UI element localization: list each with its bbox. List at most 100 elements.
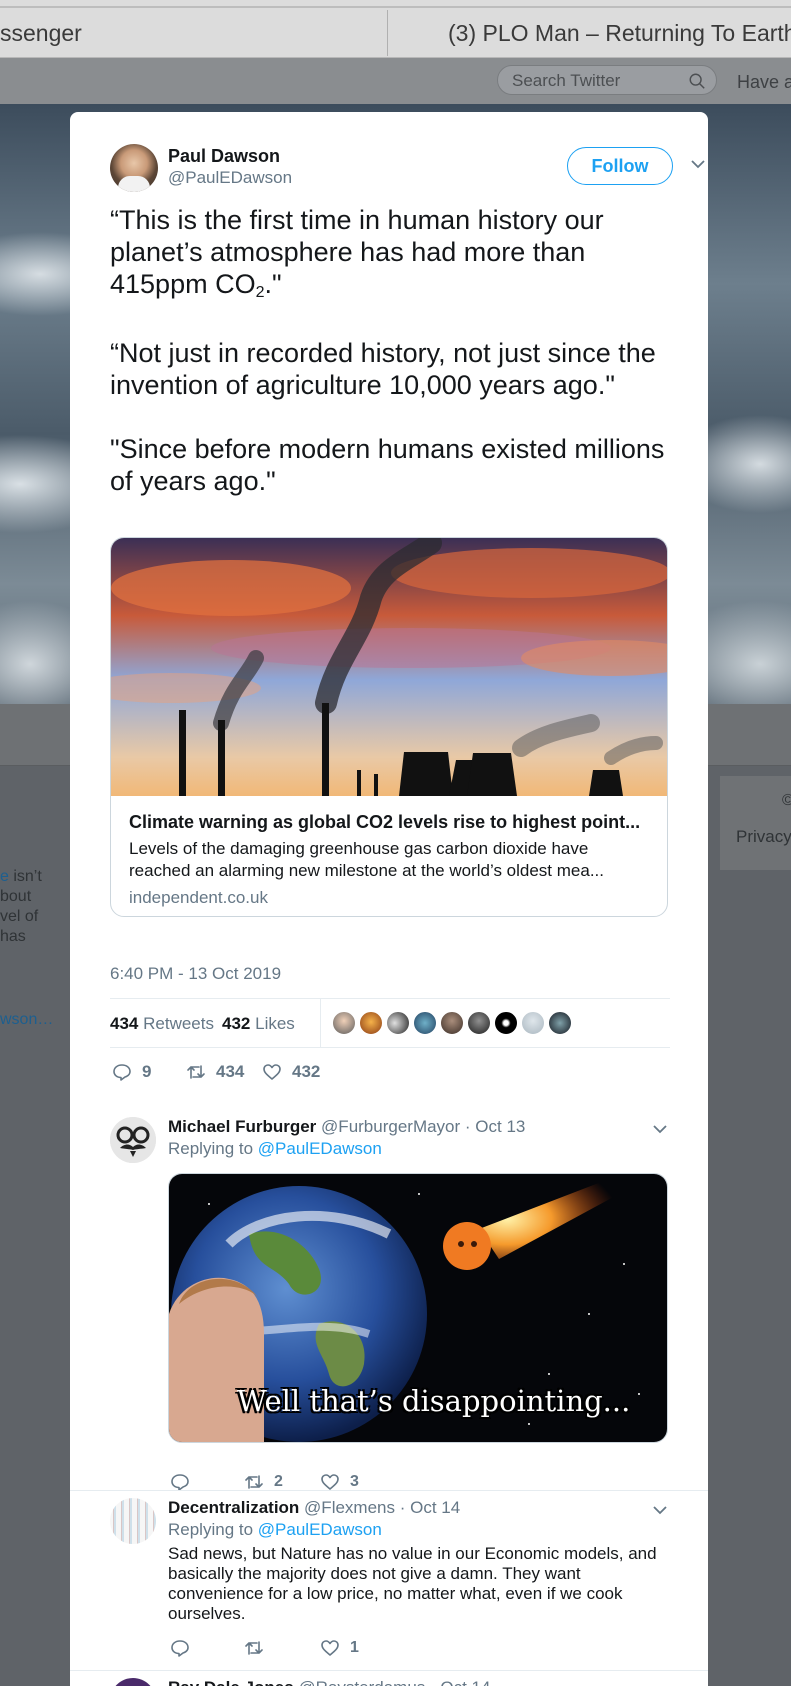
retweet-icon: [245, 1475, 263, 1489]
reply-button[interactable]: [170, 1636, 200, 1660]
reply-tweet[interactable]: Michael Furburger @FurburgerMayor · Oct …: [70, 1117, 708, 1491]
search-input[interactable]: Search Twitter: [497, 65, 717, 95]
link-preview-card[interactable]: Climate warning as global CO2 levels ris…: [110, 537, 668, 917]
like-count: 1: [350, 1639, 359, 1656]
retweet-button[interactable]: [244, 1636, 274, 1660]
chevron-down-icon[interactable]: [652, 1121, 668, 1137]
liker-avatar[interactable]: [467, 1011, 491, 1035]
bio-line: bout: [0, 888, 32, 905]
stats-divider: [320, 999, 321, 1047]
mustache-glasses-avatar: [110, 1117, 156, 1163]
heart-icon: [321, 1474, 339, 1490]
chevron-down-icon[interactable]: [652, 1502, 668, 1518]
retweet-icon: [245, 1641, 263, 1655]
likes-count: 432: [222, 1014, 251, 1033]
replying-to-link[interactable]: @PaulEDawson: [258, 1520, 382, 1539]
reply-tweet[interactable]: Ray Dale Jones @Raysterdamus · Oct 14: [70, 1678, 708, 1686]
search-icon: [689, 73, 705, 89]
bio-link-fragment: e: [0, 868, 9, 885]
replying-to-line: Replying to @PaulEDawson: [168, 1139, 382, 1159]
reply-icon: [171, 1640, 189, 1657]
likes-label: Likes: [255, 1014, 295, 1033]
author-handle[interactable]: @PaulEDawson: [168, 168, 292, 188]
tweet-paragraph: “Not just in recorded history, not just …: [110, 337, 670, 401]
tweet-paragraph: “This is the first time in human history…: [110, 204, 670, 305]
author-avatar[interactable]: [110, 144, 158, 192]
heart-icon: [263, 1064, 281, 1080]
reply-author-name[interactable]: Ray Dale Jones: [168, 1678, 294, 1686]
reply-tweet[interactable]: Decentralization @Flexmens · Oct 14 Repl…: [70, 1498, 708, 1658]
like-button[interactable]: 432: [262, 1060, 320, 1084]
reply-separator: [70, 1490, 708, 1491]
reply-author-name[interactable]: Michael Furburger: [168, 1117, 316, 1136]
reply-handle-date[interactable]: @Raysterdamus · Oct 14: [298, 1678, 490, 1686]
reply-separator: [70, 1670, 708, 1671]
tweet-text: “This is the first time in human history…: [110, 204, 670, 529]
like-count: 3: [350, 1473, 359, 1490]
like-count: 432: [292, 1062, 321, 1081]
reply-button[interactable]: 9: [112, 1060, 151, 1084]
bio-line: vel of: [0, 908, 39, 925]
browser-tab-plo-man[interactable]: (3) PLO Man – Returning To Earth,: [387, 10, 791, 56]
author-name[interactable]: Paul Dawson: [168, 146, 280, 167]
tweet-stats: 434 Retweets 432 Likes: [110, 998, 670, 1048]
reply-avatar[interactable]: [110, 1498, 156, 1544]
avatar-shirt: [118, 176, 150, 192]
background-profile-link: wson…: [0, 1011, 54, 1028]
reply-author-line: Decentralization @Flexmens · Oct 14: [168, 1498, 460, 1518]
likes-stat[interactable]: 432 Likes: [222, 1014, 295, 1034]
bio-line: has: [0, 928, 26, 945]
reply-avatar[interactable]: [110, 1117, 156, 1163]
liker-avatar[interactable]: [521, 1011, 545, 1035]
browser-tab-messenger[interactable]: ssenger: [0, 10, 386, 56]
reply-author-line: Michael Furburger @FurburgerMayor · Oct …: [168, 1117, 525, 1137]
reply-icon: [113, 1064, 131, 1081]
liker-avatar[interactable]: [386, 1011, 410, 1035]
retweets-label: Retweets: [143, 1014, 214, 1033]
tweet-paragraph-text: “This is the first time in human history…: [110, 205, 604, 299]
retweet-count: 2: [274, 1473, 283, 1490]
retweets-stat[interactable]: 434 Retweets: [110, 1014, 214, 1034]
tweet-paragraph-text: “Not just in recorded history, not just …: [110, 338, 656, 400]
retweet-count: 434: [216, 1062, 245, 1081]
liker-avatar[interactable]: [332, 1011, 356, 1035]
tab-bar-top-line: [0, 6, 791, 8]
card-description: Levels of the damaging greenhouse gas ca…: [129, 839, 604, 880]
replying-to-label: Replying to: [168, 1139, 254, 1158]
reply-handle-date[interactable]: @FurburgerMayor · Oct 13: [321, 1117, 525, 1136]
background-bio-text: e isn’t bout vel of has: [0, 867, 60, 947]
follow-button[interactable]: Follow: [567, 147, 673, 185]
search-placeholder: Search Twitter: [512, 71, 621, 90]
liker-avatar[interactable]: [548, 1011, 572, 1035]
reply-author-name[interactable]: Decentralization: [168, 1498, 299, 1517]
chevron-down-icon[interactable]: [690, 156, 706, 172]
heart-icon: [321, 1640, 339, 1656]
twitter-top-nav: Search Twitter Have a: [0, 58, 791, 104]
tweet-timestamp[interactable]: 6:40 PM - 13 Oct 2019: [110, 964, 281, 984]
replying-to-line: Replying to @PaulEDawson: [168, 1520, 382, 1540]
liker-avatar[interactable]: [494, 1011, 518, 1035]
card-title: Climate warning as global CO2 levels ris…: [129, 812, 641, 832]
reply-count: 9: [142, 1062, 152, 1081]
liker-avatar[interactable]: [440, 1011, 464, 1035]
tweet-header: Paul Dawson @PaulEDawson Follow: [110, 144, 705, 194]
reply-actions: 1: [168, 1636, 568, 1660]
tweet-paragraph-end: .": [264, 269, 282, 299]
card-domain: independent.co.uk: [129, 888, 268, 907]
card-image-smokestacks: [111, 538, 667, 796]
subscript-text: 2: [255, 284, 265, 301]
like-button[interactable]: 1: [320, 1636, 359, 1660]
replying-to-link[interactable]: @PaulEDawson: [258, 1139, 382, 1158]
tweet-paragraph: "Since before modern humans existed mill…: [110, 433, 670, 497]
reply-author-line: Ray Dale Jones @Raysterdamus · Oct 14: [168, 1678, 490, 1686]
liker-avatar[interactable]: [413, 1011, 437, 1035]
replying-to-label: Replying to: [168, 1520, 254, 1539]
privacy-link: Privacy: [736, 827, 791, 846]
copyright-symbol: ©: [782, 792, 791, 809]
reply-handle-date[interactable]: @Flexmens · Oct 14: [304, 1498, 460, 1517]
retweet-icon: [187, 1065, 205, 1079]
retweet-button[interactable]: 434: [186, 1060, 244, 1084]
reply-avatar[interactable]: [110, 1678, 156, 1686]
liker-avatar[interactable]: [359, 1011, 383, 1035]
reply-meme-image[interactable]: Well that’s disappointing...: [168, 1173, 668, 1443]
